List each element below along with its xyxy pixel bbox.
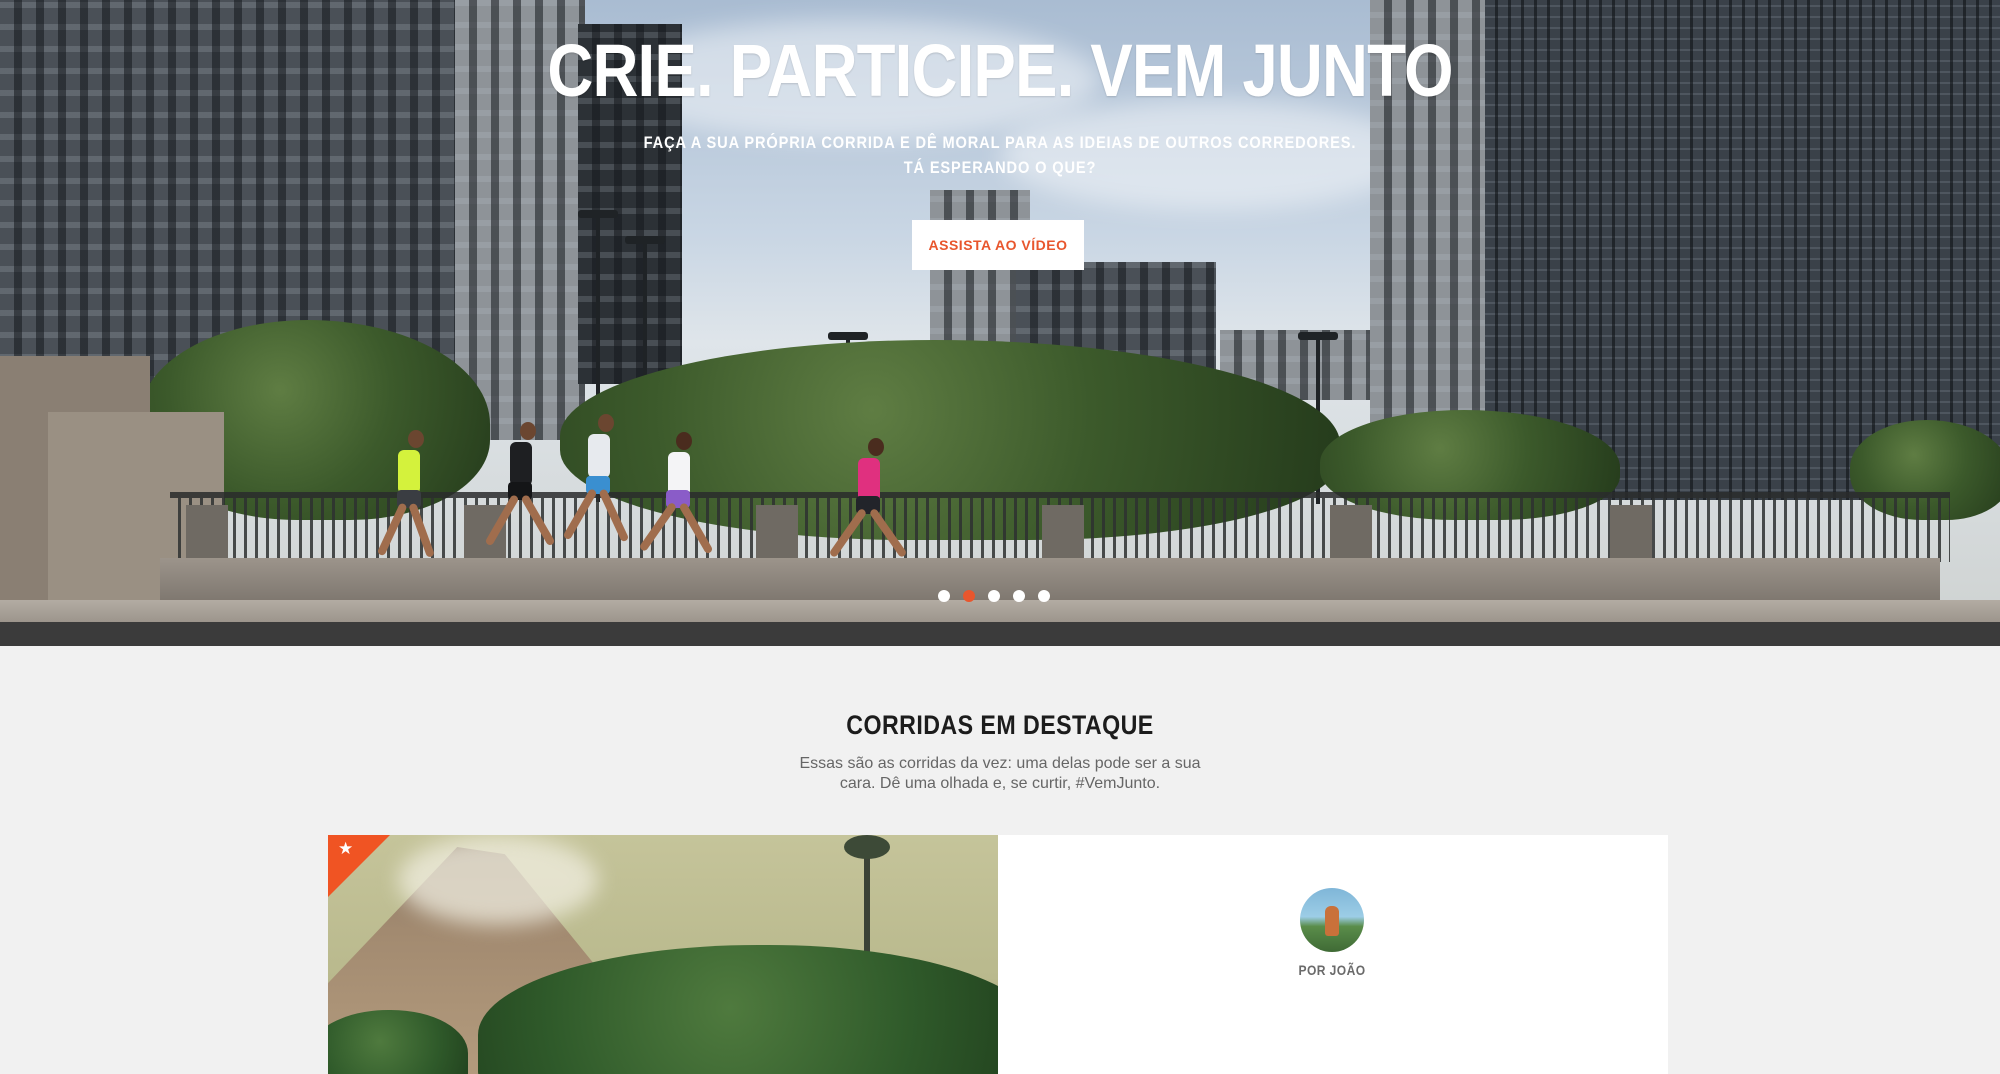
pavement (0, 600, 2000, 622)
hero-title: CRIE. PARTICIPE. VEM JUNTO (547, 29, 1453, 112)
palm-top (844, 835, 890, 859)
street-lamp-head (578, 210, 618, 218)
mountain-cloud (398, 835, 598, 925)
hero-banner: CRIE. PARTICIPE. VEM JUNTO FAÇA A SUA PR… (0, 0, 2000, 622)
avatar-person (1325, 906, 1339, 936)
runner (350, 430, 435, 620)
featured-section-title: CORRIDAS EM DESTAQUE (846, 710, 1154, 740)
runner (530, 414, 630, 619)
author-avatar[interactable] (1300, 888, 1364, 952)
railing-post (1610, 505, 1652, 561)
hero-bottom-band (0, 622, 2000, 646)
runner (800, 438, 910, 618)
hero-subtitle-line: TÁ ESPERANDO O QUE? (903, 158, 1097, 177)
author-label: POR JOÃO (1298, 962, 1366, 978)
carousel-dot[interactable] (1038, 590, 1050, 602)
hero-subtitle: FAÇA A SUA PRÓPRIA CORRIDA E DÊ MORAL PA… (140, 130, 1860, 180)
runner (612, 432, 714, 617)
railing-post (1042, 505, 1084, 561)
star-icon: ★ (338, 839, 354, 858)
carousel-dot[interactable] (988, 590, 1000, 602)
carousel-dots (938, 590, 1050, 602)
featured-section-description: Essas são as corridas da vez: uma delas … (799, 755, 1201, 792)
railing-post (186, 505, 228, 561)
railing-post (756, 505, 798, 561)
street-lamp-head (625, 236, 665, 244)
carousel-dot[interactable] (938, 590, 950, 602)
building-center (930, 190, 1030, 350)
carousel-dot-active[interactable] (963, 590, 975, 602)
carousel-dot[interactable] (1013, 590, 1025, 602)
featured-run-image (328, 835, 998, 1074)
railing-post (1330, 505, 1372, 561)
runner (450, 422, 556, 617)
palm-trunk (864, 847, 870, 967)
hero-subtitle-line: FAÇA A SUA PRÓPRIA CORRIDA E DÊ MORAL PA… (643, 133, 1357, 152)
featured-run-card[interactable] (328, 835, 1668, 1074)
street-lamp-head (1298, 332, 1338, 340)
watch-video-button[interactable]: ASSISTA AO VÍDEO (912, 220, 1084, 270)
street-lamp-head (828, 332, 868, 340)
